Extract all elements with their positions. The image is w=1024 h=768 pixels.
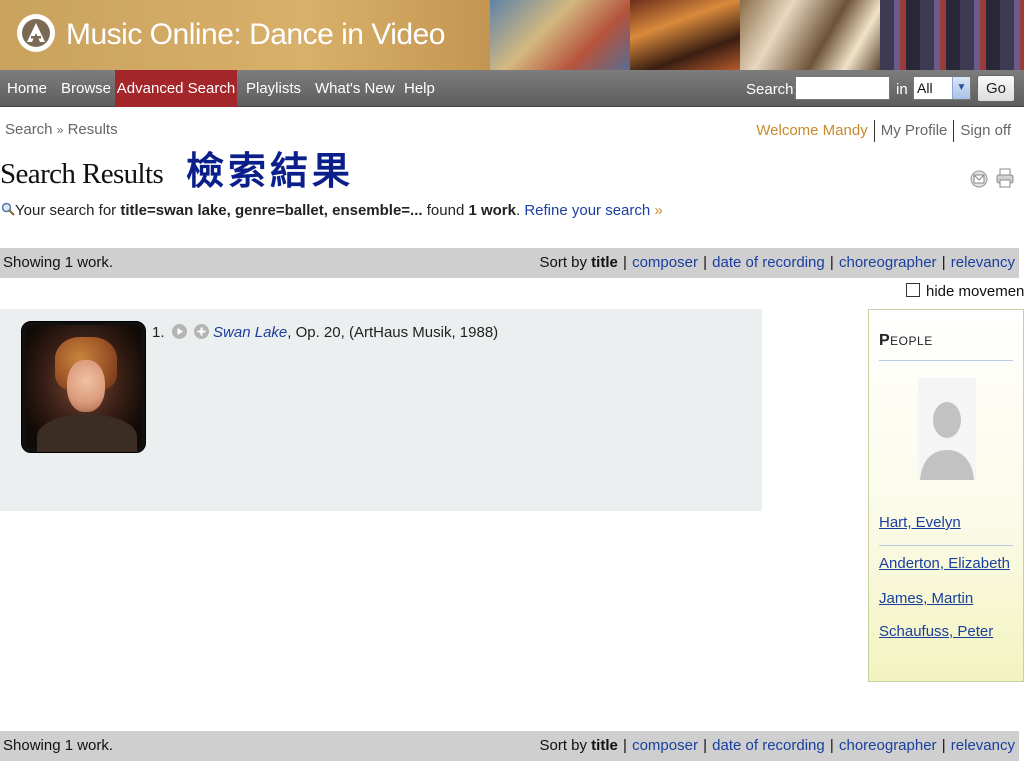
hide-movement-label: hide movement [926,283,1024,300]
person-silhouette-icon [918,378,976,480]
scope-select[interactable]: All ▼ [913,76,971,100]
sort-by-label: Sort by [539,254,592,271]
divider [879,545,1013,546]
people-sidebar: PEOPLE Hart, Evelyn Anderton, Elizabeth … [868,309,1024,682]
site-title[interactable]: Music Online: Dance in Video [66,18,446,52]
sign-off-link[interactable]: Sign off [960,122,1011,139]
email-icon[interactable] [970,168,988,188]
print-icon[interactable] [995,167,1015,188]
header-banner: Music Online: Dance in Video [0,0,1024,70]
scope-selected-value: All [917,80,933,96]
sort-choreographer[interactable]: choreographer [839,737,937,754]
play-icon[interactable] [171,324,187,339]
results-bar-top: Showing 1 work. Sort by title | composer… [0,248,1019,278]
sort-by-label: Sort by [539,737,592,754]
showing-count: Showing 1 work. [3,737,114,754]
breadcrumb: Search » Results [5,121,118,138]
sort-composer[interactable]: composer [632,254,698,271]
summary-count: 1 work [468,202,516,219]
showing-count: Showing 1 work. [3,254,114,271]
alexander-street-logo-icon[interactable] [17,14,55,52]
results-bar-bottom: Showing 1 work. Sort by title | composer… [0,731,1019,761]
result-item: 1. Swan Lake, Op. 20, (ArtHaus Musik, 19… [152,324,498,341]
search-input[interactable] [795,76,890,100]
result-title-link[interactable]: Swan Lake [213,324,287,341]
welcome-message: Welcome Mandy [756,121,868,139]
sort-relevancy[interactable]: relevancy [951,254,1015,271]
banner-photo-dancers-4 [880,0,1024,70]
divider [873,120,875,142]
scope-label: in [896,81,908,98]
sort-title: title [591,737,618,754]
summary-query: title=swan lake, genre=ballet, ensemble=… [120,202,423,219]
people-heading: PEOPLE [879,332,933,349]
sort-date-of-recording[interactable]: date of recording [712,737,825,754]
banner-photo-dancers-2 [630,0,740,70]
person-link[interactable]: James, Martin [879,590,973,607]
add-to-playlist-icon[interactable] [193,324,209,339]
sort-options: Sort by title | composer | date of recor… [539,254,1015,271]
result-index: 1. [152,324,165,341]
nav-browse[interactable]: Browse [61,70,111,107]
search-summary: Your search for title=swan lake, genre=b… [1,202,663,219]
refine-search-link[interactable]: Refine your search [524,202,650,219]
sort-choreographer[interactable]: choreographer [839,254,937,271]
chevron-down-icon[interactable]: ▼ [952,77,970,99]
hide-movement-checkbox[interactable] [906,283,920,297]
video-thumbnail[interactable] [21,321,146,453]
main-nav: Home Browse Advanced Search Playlists Wh… [0,70,1024,107]
search-label: Search: [746,81,798,98]
nav-home[interactable]: Home [7,70,47,107]
person-link[interactable]: Hart, Evelyn [879,514,961,531]
banner-photo-dancers-3 [740,0,880,70]
sort-composer[interactable]: composer [632,737,698,754]
sort-options: Sort by title | composer | date of recor… [539,737,1015,754]
nav-advanced-search[interactable]: Advanced Search [115,70,237,107]
sort-title: title [591,254,618,271]
sort-date-of-recording[interactable]: date of recording [712,254,825,271]
breadcrumb-search[interactable]: Search [5,121,53,138]
nav-whats-new[interactable]: What's New [315,70,395,107]
divider [953,120,955,142]
banner-photo-dancers-1 [490,0,630,70]
nav-playlists[interactable]: Playlists [246,70,301,107]
my-profile-link[interactable]: My Profile [881,122,948,139]
title-annotation: 檢索結果 [186,148,355,193]
go-button[interactable]: Go [977,75,1015,102]
hide-movement-toggle[interactable]: hide movement [906,283,1024,300]
summary-prefix: Your search for [15,202,121,219]
user-bar: Welcome Mandy My Profile Sign off [756,120,1011,142]
result-panel: 1. Swan Lake, Op. 20, (ArtHaus Musik, 19… [0,309,762,511]
result-details: , Op. 20, (ArtHaus Musik, 1988) [287,324,499,341]
sort-relevancy[interactable]: relevancy [951,737,1015,754]
summary-found: found [422,202,469,219]
breadcrumb-current: Results [67,121,118,138]
breadcrumb-separator: » [56,123,64,137]
refine-arrow-icon: » [654,202,663,219]
person-link[interactable]: Anderton, Elizabeth [879,555,1010,572]
page-title: Search Results [0,158,164,190]
nav-help[interactable]: Help [404,70,435,107]
magnifier-icon [1,202,15,216]
divider [879,360,1013,361]
person-link[interactable]: Schaufuss, Peter [879,623,993,640]
